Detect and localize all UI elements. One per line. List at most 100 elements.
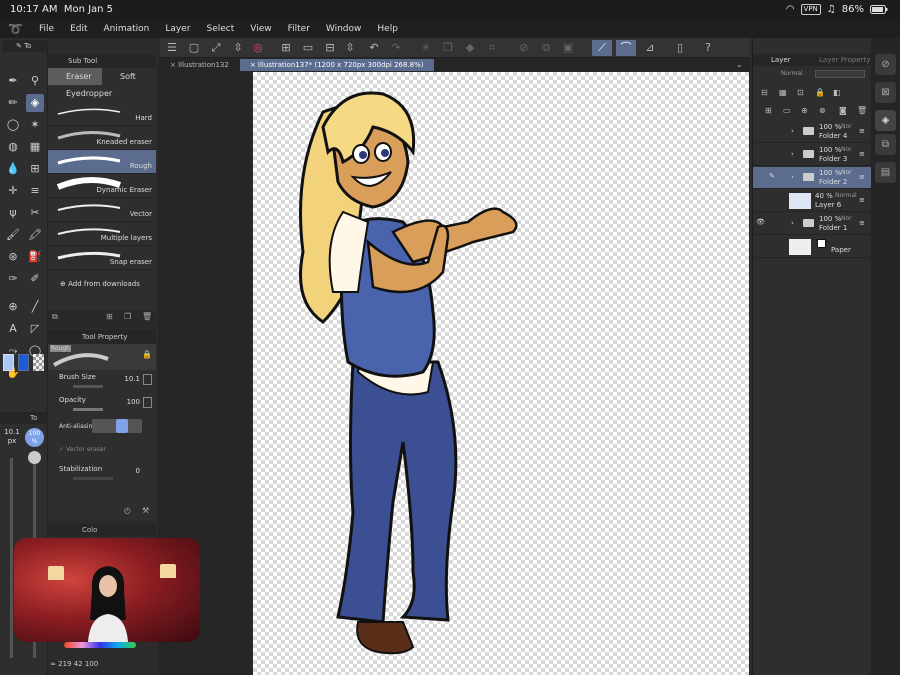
anti-aliasing-property[interactable]: Anti-aliasing	[48, 416, 156, 439]
reset-icon[interactable]: ◴	[124, 506, 131, 515]
layer-property-dock-icon[interactable]: ⧉	[875, 134, 896, 155]
gradient-tool-icon[interactable]: ▦	[26, 138, 44, 156]
trash-icon[interactable]: 🗑	[142, 312, 152, 321]
chevron-right-icon[interactable]: ›	[791, 173, 794, 181]
aa-selected-option[interactable]	[116, 419, 128, 433]
chevron-right-icon[interactable]: ›	[791, 219, 794, 227]
pressure-toggle-icon[interactable]	[143, 374, 152, 385]
brush-size-field[interactable]: 10.1	[124, 375, 140, 383]
layer-menu-icon[interactable]: ≡	[859, 150, 865, 158]
menu-view[interactable]: View	[243, 24, 278, 34]
layer-menu-icon[interactable]: ≡	[859, 219, 865, 227]
menu-window[interactable]: Window	[319, 24, 369, 34]
opacity-readout[interactable]: 100%	[25, 428, 44, 447]
new-file-icon[interactable]: ⊞	[278, 40, 294, 56]
delete-layer-icon[interactable]: 🗑	[857, 106, 867, 115]
tab-eyedropper[interactable]: Eyedropper	[48, 85, 156, 102]
opacity-property[interactable]: Opacity 100	[48, 393, 156, 416]
undo-icon[interactable]: ↶	[366, 40, 382, 56]
layer-folder-4[interactable]: › 100 % Folder 4 Nor ≡	[753, 121, 871, 143]
stabilization-bar[interactable]	[73, 477, 113, 480]
opacity-toggle-icon[interactable]	[143, 397, 152, 408]
eyedropper-tool-icon[interactable]: ⚲	[26, 72, 44, 90]
brush-tool-icon[interactable]: 🖍	[26, 226, 44, 244]
menu-animation[interactable]: Animation	[97, 24, 157, 34]
stepper-icon[interactable]: ⇳	[230, 40, 246, 56]
save-icon[interactable]: ⊟	[322, 40, 338, 56]
brush-multiple-layers[interactable]: Multiple layers	[48, 222, 156, 246]
lasso-tool-icon[interactable]: ◯	[4, 116, 22, 134]
material-icon[interactable]: ⊠	[875, 82, 896, 103]
hamburger-menu-icon[interactable]: ☰	[164, 40, 180, 56]
layer-6[interactable]: 40 % Layer 6 Normal ≡	[753, 190, 871, 212]
blend-tool-icon[interactable]: 💧	[4, 160, 22, 178]
eraser-tool-icon[interactable]: ◈	[26, 94, 44, 112]
brush-kneaded-eraser[interactable]: Kneaded eraser	[48, 126, 156, 150]
frame-tool-icon[interactable]: ⊞	[26, 160, 44, 178]
deselect-icon[interactable]: ⊘	[516, 40, 532, 56]
add-folder-icon[interactable]: ▭	[783, 106, 791, 115]
mask-icon[interactable]: ◧	[833, 88, 841, 97]
color-wheel-icon[interactable]: ≈	[50, 660, 56, 668]
vector-eraser-check[interactable]: ✓ Vector eraser	[59, 446, 106, 453]
chevron-right-icon[interactable]: ›	[791, 150, 794, 158]
decoration-tool-icon[interactable]: ψ	[4, 204, 22, 222]
lock-icon[interactable]: 🔒	[142, 350, 152, 359]
copy-icon[interactable]: ❐	[440, 40, 456, 56]
tab-eraser[interactable]: Eraser	[48, 68, 102, 85]
drawing-canvas[interactable]	[253, 72, 749, 675]
resize-icon[interactable]: ⤢	[208, 40, 224, 56]
redo-icon[interactable]: ↷	[388, 40, 404, 56]
lock-transparent-icon[interactable]: ⊡	[797, 88, 804, 97]
brush-size-bar[interactable]	[73, 385, 103, 388]
opacity-slider-layer[interactable]	[815, 70, 865, 78]
sub-tool-settings-icon[interactable]: ⧉	[52, 312, 58, 322]
app-icon[interactable]: ➰	[8, 22, 30, 36]
help-icon[interactable]: ?	[700, 40, 716, 56]
layer-folder-3[interactable]: › 100 % Folder 3 Nor ≡	[753, 144, 871, 166]
correct-line-icon[interactable]: ✐	[26, 270, 44, 288]
layer-folder-1[interactable]: 👁 › 100 % Folder 1 Nor ≡	[753, 213, 871, 235]
pattern-tool-icon[interactable]: ⊛	[4, 248, 22, 266]
text-tool-icon[interactable]: A	[4, 320, 22, 338]
brush-snap-eraser[interactable]: Snap eraser	[48, 246, 156, 270]
tab-soft[interactable]: Soft	[102, 68, 156, 85]
brush-rough[interactable]: Rough	[48, 150, 156, 174]
navigator-icon[interactable]: ⊘	[875, 54, 896, 75]
chevron-right-icon[interactable]: ›	[791, 127, 794, 135]
add-layer-icon[interactable]: ⊞	[765, 106, 772, 115]
layer-tab[interactable]: Layer	[771, 54, 791, 66]
airbrush-tool-icon[interactable]: 🖌	[4, 226, 22, 244]
move-tool-icon[interactable]: ✛	[4, 182, 22, 200]
menu-edit[interactable]: Edit	[63, 24, 94, 34]
merge-icon[interactable]: ⊕	[801, 106, 808, 115]
transform-icon[interactable]: ✳	[418, 40, 434, 56]
pen-nib-icon[interactable]: ✑	[4, 270, 22, 288]
clip-layer-icon[interactable]: ⊟	[761, 88, 768, 97]
duplicate-sub-tool-icon[interactable]: ❐	[124, 312, 131, 321]
layer-property-tab[interactable]: Layer Property	[819, 54, 870, 66]
stabilization-field[interactable]: 0	[136, 467, 140, 475]
new-canvas-icon[interactable]: ▢	[186, 40, 202, 56]
transparent-swatch[interactable]	[33, 354, 44, 371]
sub-color-swatch[interactable]	[3, 354, 14, 371]
stabilization-property[interactable]: Stabilization 0	[48, 462, 156, 485]
layers-dock-icon[interactable]: ◈	[875, 110, 896, 131]
layer-menu-icon[interactable]: ≡	[859, 196, 865, 204]
zoom-tool-icon[interactable]: ⊕	[4, 298, 22, 316]
magic-wand-icon[interactable]: ✶	[26, 116, 44, 134]
opacity-slider-handle[interactable]	[28, 451, 41, 464]
layer-paper[interactable]: Paper	[753, 236, 871, 258]
selection-border-icon[interactable]: ▣	[560, 40, 576, 56]
menu-select[interactable]: Select	[199, 24, 241, 34]
add-from-downloads-button[interactable]: ⊕ Add from downloads	[48, 270, 156, 298]
device-icon[interactable]: ▯	[672, 40, 688, 56]
curve-snap-icon[interactable]: ⌒	[616, 40, 636, 56]
ruler-snap-icon[interactable]: ⟋	[592, 40, 612, 56]
lock-layer-icon[interactable]: 🔒	[815, 88, 825, 97]
open-folder-icon[interactable]: ▭	[300, 40, 316, 56]
balloon-tool-icon[interactable]: ◸	[26, 320, 44, 338]
create-mask-icon[interactable]: ◙	[839, 106, 847, 115]
menu-file[interactable]: File	[32, 24, 61, 34]
reference-layer-icon[interactable]: ▦	[779, 88, 787, 97]
